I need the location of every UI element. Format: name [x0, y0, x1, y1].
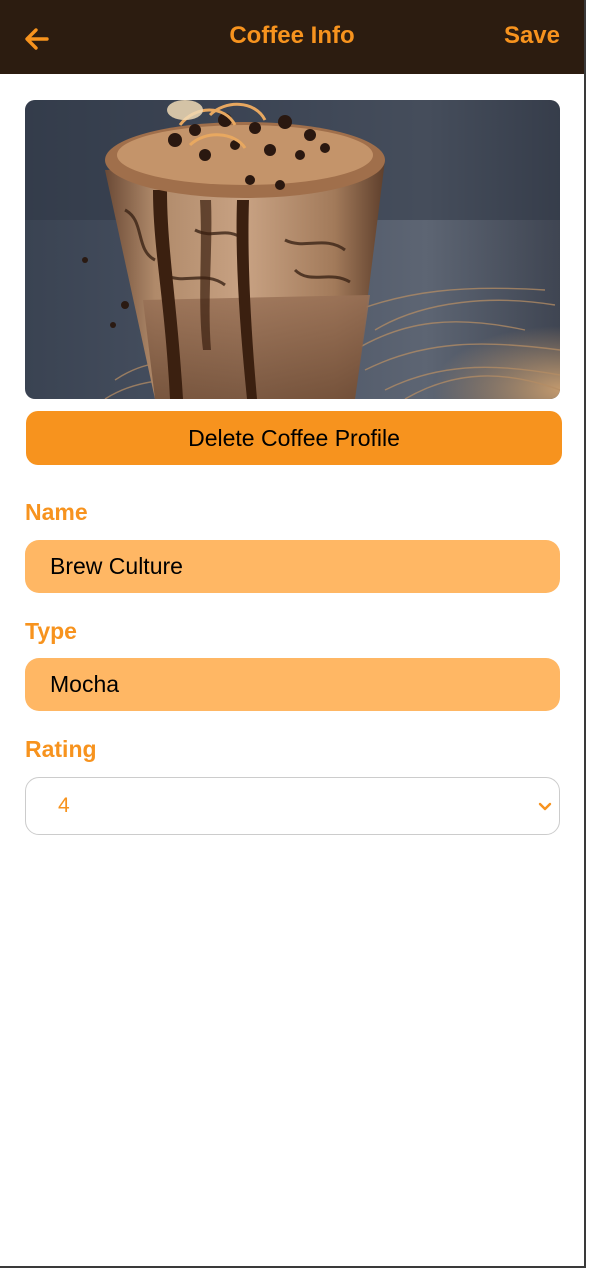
type-input[interactable] [25, 658, 560, 711]
page-title: Coffee Info [229, 22, 355, 49]
coffee-photo [25, 100, 560, 399]
save-button[interactable]: Save [504, 22, 560, 50]
back-button[interactable] [22, 24, 52, 54]
rating-select[interactable]: 4 [25, 777, 560, 835]
name-input[interactable] [25, 540, 560, 593]
chevron-down-icon [538, 802, 552, 811]
header-bar: Coffee Info Save [0, 0, 584, 74]
rating-label: Rating [25, 736, 97, 762]
name-label: Name [25, 499, 88, 525]
app-screen: Coffee Info Save Delete Coffee Profile N… [0, 0, 586, 1268]
arrow-left-icon [25, 28, 49, 50]
rating-selected-value: 4 [58, 794, 70, 817]
delete-coffee-button[interactable]: Delete Coffee Profile [26, 411, 562, 465]
coffee-photo-image [25, 100, 560, 399]
type-label: Type [25, 618, 77, 644]
